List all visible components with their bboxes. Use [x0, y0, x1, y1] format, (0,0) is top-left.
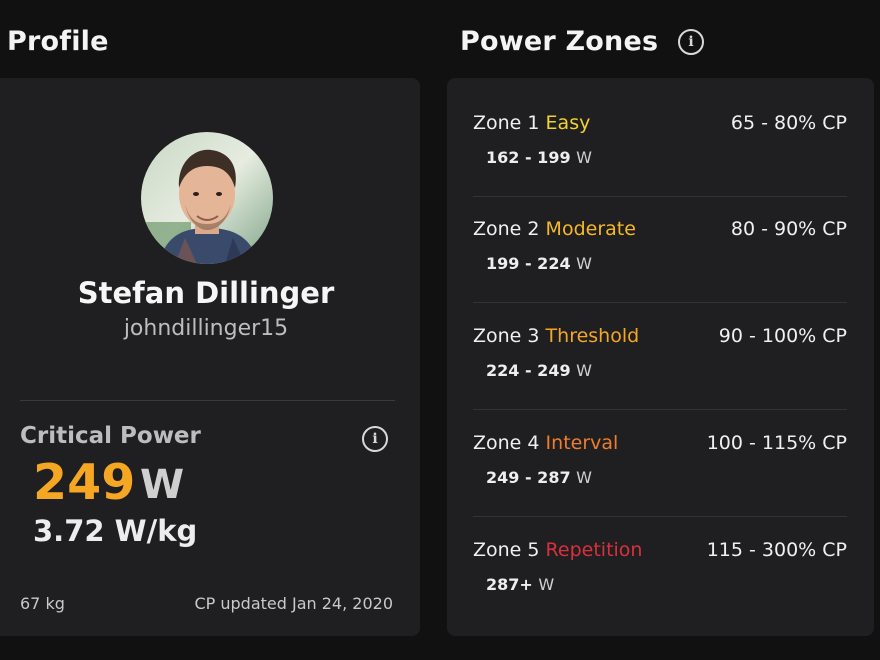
zone-watts: 224 - 249 W — [486, 361, 592, 380]
zone-watts: 162 - 199 W — [486, 148, 592, 167]
divider — [20, 400, 395, 401]
zone-title: Zone 1 Easy — [473, 112, 591, 134]
zone-label: Repetition — [545, 539, 643, 561]
profile-title: Profile — [7, 26, 109, 57]
zone-percent: 65 - 80% CP — [730, 112, 847, 134]
zone-percent: 100 - 115% CP — [706, 432, 847, 454]
zone-row[interactable]: Zone 2 Moderate 80 - 90% CP 199 - 224 W — [473, 218, 847, 273]
zone-title: Zone 5 Repetition — [473, 539, 643, 561]
info-icon[interactable]: i — [362, 426, 388, 452]
avatar — [141, 132, 273, 264]
zone-label: Threshold — [545, 325, 640, 347]
zone-title: Zone 4 Interval — [473, 432, 619, 454]
zone-percent: 115 - 300% CP — [706, 539, 847, 561]
critical-power-unit: W — [140, 462, 185, 508]
divider — [473, 302, 847, 303]
zone-percent: 80 - 90% CP — [730, 218, 847, 240]
zone-label: Moderate — [545, 218, 636, 240]
info-icon[interactable]: i — [678, 29, 704, 55]
critical-power-value: 249 — [33, 454, 136, 511]
zone-row[interactable]: Zone 4 Interval 100 - 115% CP 249 - 287 … — [473, 432, 847, 487]
divider — [473, 409, 847, 410]
zone-watts: 199 - 224 W — [486, 254, 592, 273]
zone-title: Zone 3 Threshold — [473, 325, 640, 347]
cp-updated-date: CP updated Jan 24, 2020 — [194, 594, 393, 613]
zone-title: Zone 2 Moderate — [473, 218, 636, 240]
zone-percent: 90 - 100% CP — [718, 325, 847, 347]
critical-power-label: Critical Power — [20, 423, 201, 449]
zone-row[interactable]: Zone 1 Easy 65 - 80% CP 162 - 199 W — [473, 112, 847, 167]
zone-watts: 249 - 287 W — [486, 468, 592, 487]
zone-row[interactable]: Zone 5 Repetition 115 - 300% CP 287+ W — [473, 539, 847, 594]
zone-label: Easy — [545, 112, 591, 134]
zone-watts: 287+ W — [486, 575, 555, 594]
divider — [473, 516, 847, 517]
profile-username: johndillinger15 — [123, 316, 289, 341]
weight-value: 67 kg — [20, 594, 65, 613]
power-zones-title: Power Zones — [460, 26, 659, 57]
zone-row[interactable]: Zone 3 Threshold 90 - 100% CP 224 - 249 … — [473, 325, 847, 380]
critical-power-wkg: 3.72 W/kg — [33, 514, 198, 548]
divider — [473, 196, 847, 197]
zone-label: Interval — [545, 432, 619, 454]
profile-name: Stefan Dillinger — [77, 276, 335, 310]
